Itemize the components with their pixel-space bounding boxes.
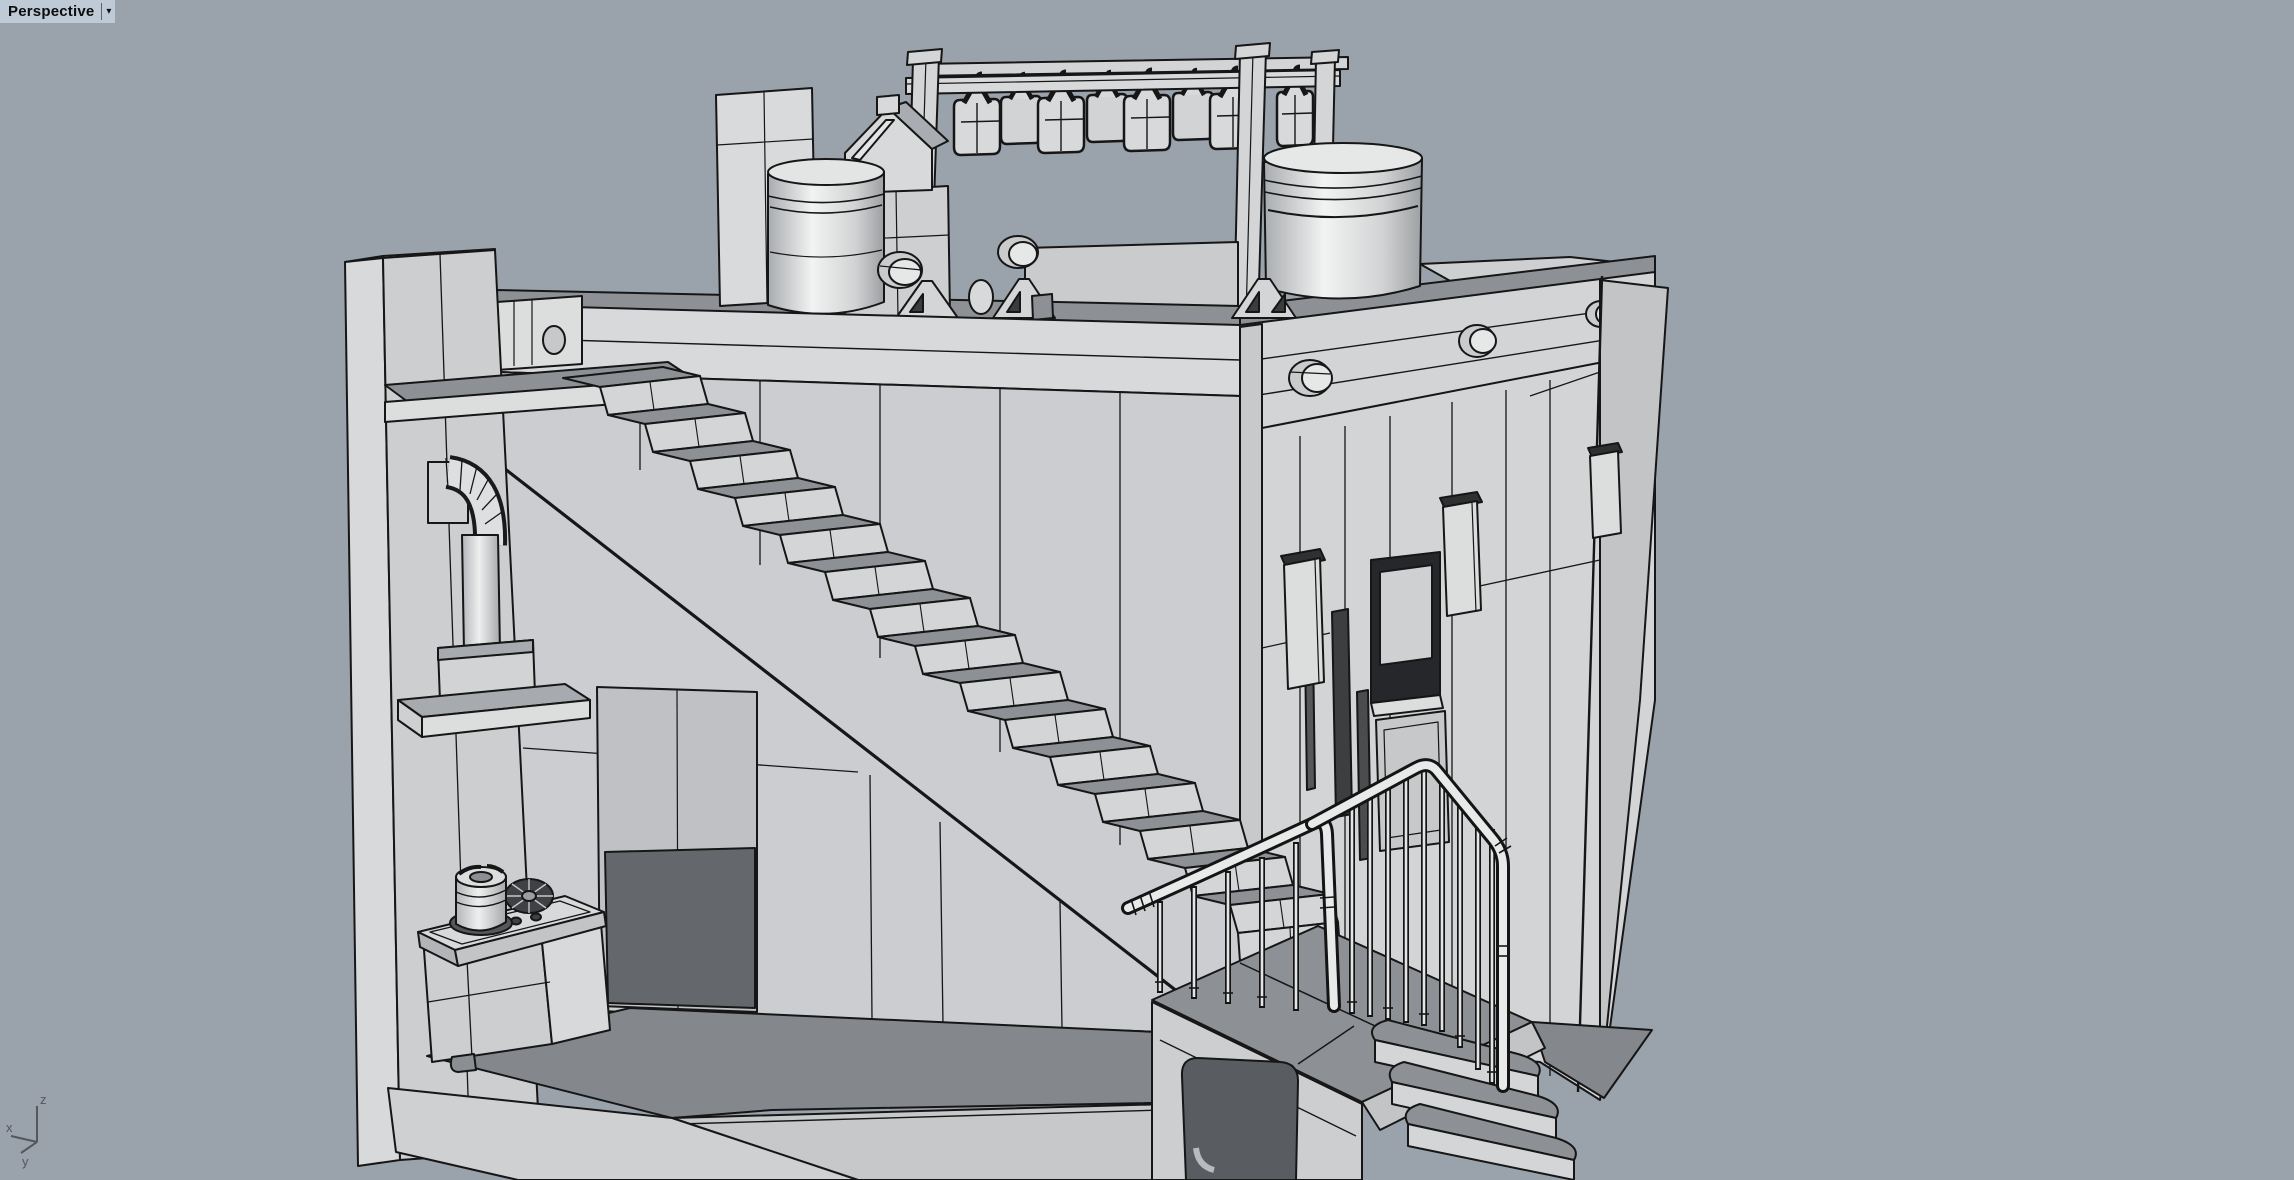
pot <box>449 864 513 936</box>
chevron-down-icon[interactable]: ▾ <box>106 6 111 17</box>
tank-right <box>1263 142 1423 300</box>
tank-left <box>767 158 885 315</box>
x-axis-label: x <box>6 1120 13 1135</box>
fascia-end-cap <box>496 295 583 371</box>
window <box>1370 551 1444 717</box>
interior-back-wall <box>496 371 1241 1036</box>
sconce <box>1439 491 1483 617</box>
viewport-title-dropdown[interactable]: Perspective ▾ <box>0 0 116 23</box>
wall-slot <box>1331 608 1353 818</box>
stove-pedal <box>449 1053 477 1073</box>
sconce <box>1587 442 1623 539</box>
sconce <box>1280 548 1326 690</box>
z-axis-label: z <box>40 1092 47 1107</box>
divider <box>101 3 103 20</box>
viewport-title[interactable]: Perspective <box>8 3 94 20</box>
viewport-canvas[interactable]: z x y Perspective ▾ <box>0 0 2294 1180</box>
egg-object <box>968 279 994 315</box>
doorway <box>596 686 758 1013</box>
model-render: z x y <box>0 0 2294 1180</box>
y-axis-label: y <box>22 1154 29 1169</box>
